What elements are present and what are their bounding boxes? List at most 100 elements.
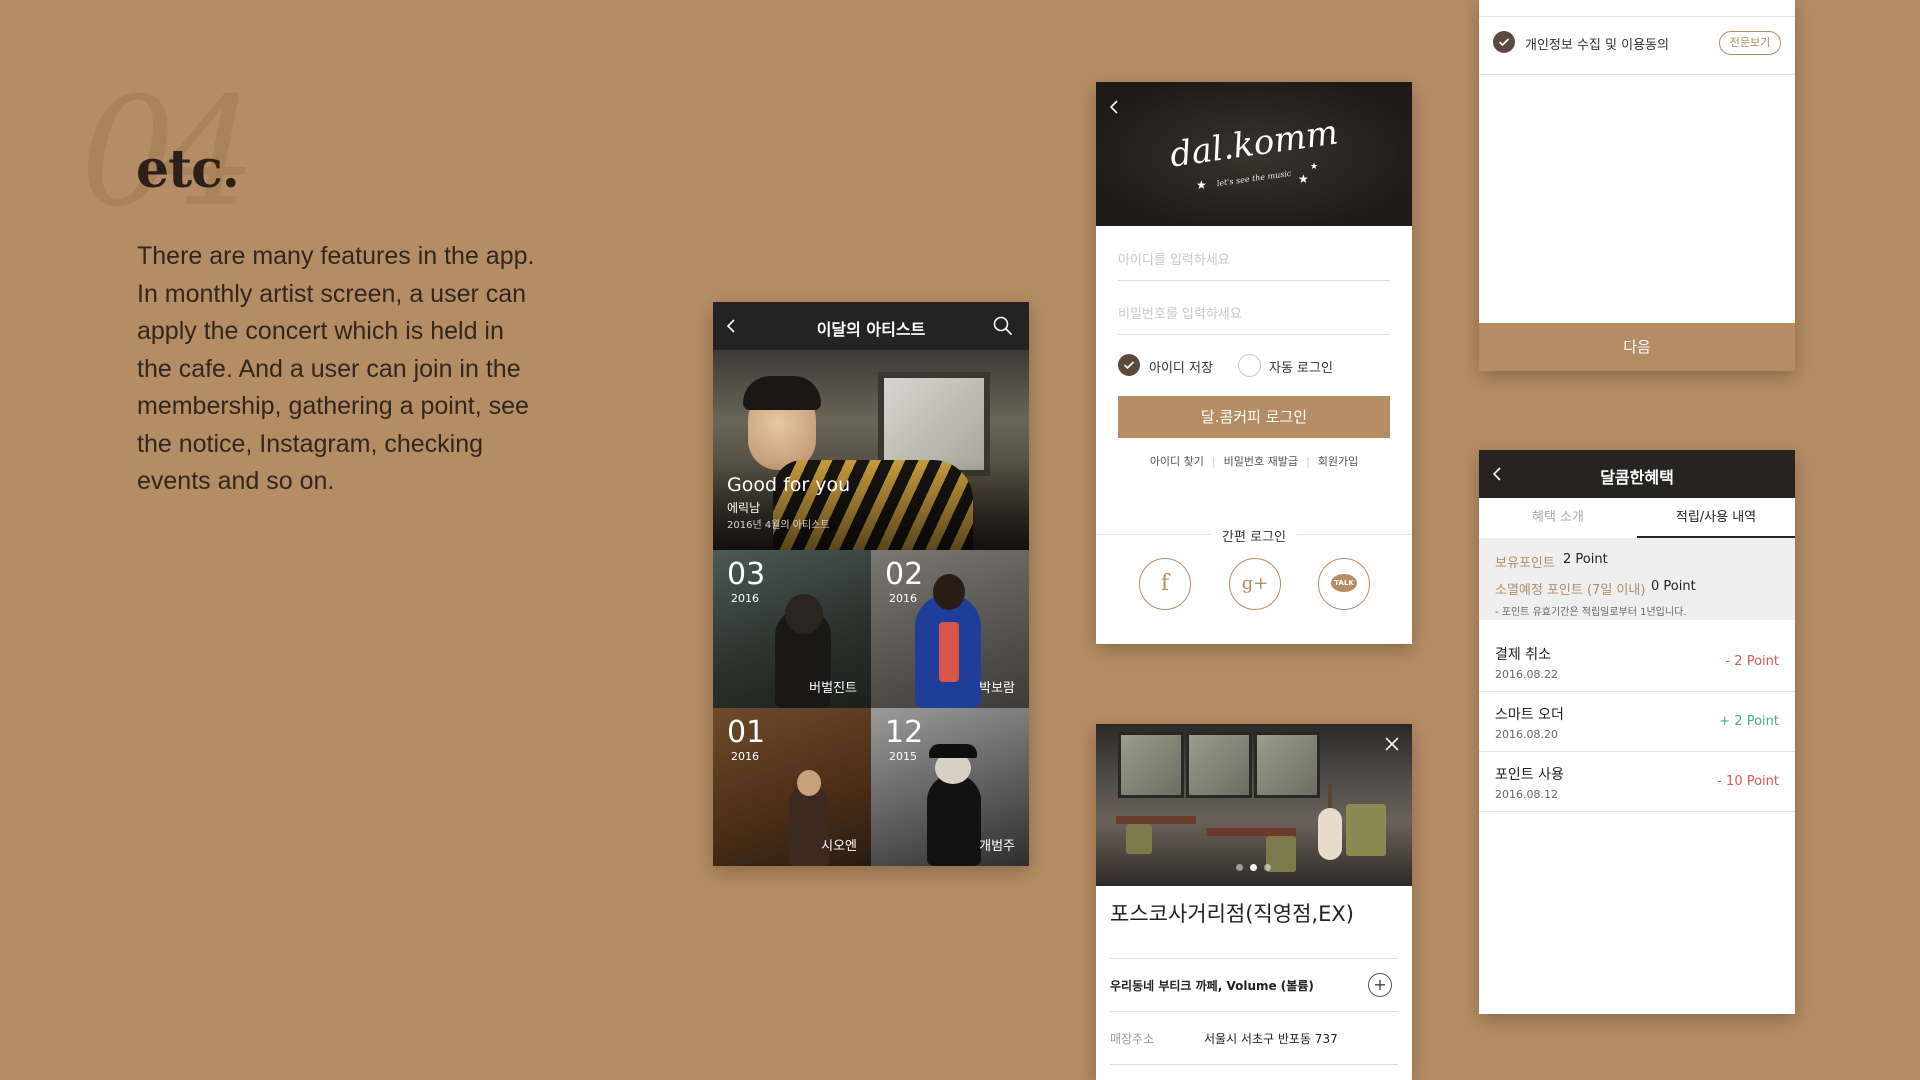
tab-benefit-intro[interactable]: 혜택 소개 — [1479, 498, 1637, 539]
store-detail-screen: 포스코사거리점(직영점,EX) 우리동네 부티크 까페, Volume (볼륨)… — [1096, 724, 1412, 1080]
link-separator: | — [1305, 455, 1310, 468]
save-id-checkbox[interactable] — [1118, 354, 1140, 376]
store-name: 포스코사거리점(직영점,EX) — [1110, 902, 1354, 926]
screen-title: 이달의 아티스트 — [816, 320, 926, 339]
kakao-talk-icon: TALK — [1331, 574, 1357, 592]
section-title: etc. — [136, 139, 240, 200]
store-address: 서울시 서초구 반포동 737 — [1204, 1032, 1338, 1046]
history-title: 스마트 오더 — [1495, 707, 1564, 723]
artist-tile[interactable]: 02 2016 박보람 — [871, 550, 1029, 708]
tab-point-history[interactable]: 적립/사용 내역 — [1637, 498, 1795, 539]
find-id-link[interactable]: 아이디 찾기 — [1150, 455, 1204, 468]
artist-tile[interactable]: 03 2016 버벌진트 — [713, 550, 871, 708]
privacy-agree-checkbox[interactable] — [1493, 31, 1515, 53]
carousel-dot[interactable] — [1264, 864, 1271, 871]
back-arrow-icon[interactable] — [1108, 100, 1122, 114]
search-icon[interactable] — [993, 316, 1013, 336]
password-input[interactable]: 비밀번호를 입력하세요 — [1118, 296, 1390, 335]
point-validity-note: - 포인트 유효기간은 적립일로부터 1년입니다. — [1495, 607, 1687, 618]
login-screen: dal.komm let's see the music ★ ★ ★ 아이디를 … — [1096, 82, 1412, 644]
star-icon: ★ — [1310, 162, 1319, 172]
facebook-login-button[interactable]: f — [1139, 558, 1191, 610]
tile-month: 01 — [727, 715, 766, 750]
banner-photo-hair — [743, 376, 821, 410]
history-points: - 10 Point — [1717, 774, 1779, 789]
auto-login-checkbox[interactable] — [1238, 354, 1261, 377]
expiring-points-value: 0 Point — [1651, 579, 1696, 594]
carousel-dot[interactable] — [1236, 864, 1243, 871]
divider — [1110, 1064, 1398, 1065]
reset-password-link[interactable]: 비밀번호 재발급 — [1224, 455, 1298, 468]
benefits-header: 달콤한혜택 — [1479, 450, 1795, 498]
tile-artist-name: 시오엔 — [821, 839, 857, 854]
login-header: dal.komm let's see the music ★ ★ ★ — [1096, 82, 1412, 226]
id-input[interactable]: 아이디를 입력하세요 — [1118, 242, 1390, 281]
artist-tile[interactable]: 12 2015 개범주 — [871, 708, 1029, 866]
artist-photo-hat — [929, 744, 977, 758]
terms-agreement-screen: 개인정보 수집 및 이용동의 전문보기 다음 — [1479, 0, 1795, 371]
kakao-login-button[interactable]: TALK — [1318, 558, 1370, 610]
signup-link[interactable]: 회원가입 — [1318, 455, 1358, 468]
expiring-points-label: 소멸예정 포인트 (7일 이내) — [1495, 583, 1646, 598]
tile-year: 2016 — [731, 750, 759, 763]
view-full-terms-button[interactable]: 전문보기 — [1719, 31, 1781, 55]
history-title: 포인트 사용 — [1495, 767, 1564, 783]
photo-guitar — [1318, 808, 1342, 860]
tile-month: 12 — [885, 715, 924, 750]
photo-window — [1118, 732, 1184, 798]
carousel-dot-active[interactable] — [1250, 864, 1257, 871]
history-points: + 2 Point — [1719, 714, 1779, 729]
photo-window — [1254, 732, 1320, 798]
description-line: In monthly artist screen, a user can — [137, 279, 527, 308]
artist-photo-head — [785, 594, 823, 634]
featured-artist-subtitle: 2016년 4월의 아티스트 — [727, 520, 830, 531]
next-button[interactable]: 다음 — [1479, 323, 1795, 371]
facebook-icon: f — [1160, 571, 1170, 596]
privacy-agree-label: 개인정보 수집 및 이용동의 — [1525, 38, 1669, 53]
description-line: apply the concert which is held in — [137, 317, 504, 345]
close-icon[interactable] — [1384, 736, 1400, 752]
list-item: 포인트 사용 2016.08.12 - 10 Point — [1479, 752, 1795, 812]
address-label: 매장주소 — [1110, 1032, 1155, 1046]
store-description: 우리동네 부티크 까페, Volume (볼륨) — [1110, 979, 1314, 993]
expand-plus-icon[interactable]: + — [1368, 973, 1392, 997]
divider — [1110, 1011, 1398, 1012]
artist-tile[interactable]: 01 2016 시오엔 — [713, 708, 871, 866]
auto-login-label: 자동 로그인 — [1269, 361, 1333, 376]
link-separator: | — [1211, 455, 1216, 468]
held-points-label: 보유포인트 — [1495, 556, 1555, 571]
description-line: the notice, Instagram, checking — [137, 429, 484, 458]
description-line: There are many features in the app. — [137, 242, 535, 270]
held-points-value: 2 Point — [1563, 552, 1608, 567]
tile-month: 03 — [727, 557, 766, 592]
description-line: membership, gathering a point, see — [137, 392, 529, 420]
save-id-label: 아이디 저장 — [1149, 361, 1213, 376]
history-date: 2016.08.20 — [1495, 728, 1558, 741]
history-points: - 2 Point — [1725, 654, 1779, 669]
simple-login-label: 간편 로그인 — [1211, 526, 1297, 545]
section-description: There are many features in the app. In m… — [137, 238, 537, 501]
tile-year: 2015 — [889, 750, 917, 763]
photo-window — [1186, 732, 1252, 798]
list-item: 결제 취소 2016.08.22 - 2 Point — [1479, 632, 1795, 692]
artist-header: 이달의 아티스트 — [713, 302, 1029, 350]
check-icon — [1123, 361, 1135, 370]
login-button[interactable]: 달.콤커피 로그인 — [1118, 396, 1390, 438]
star-icon: ★ — [1298, 172, 1309, 186]
google-plus-login-button[interactable]: g+ — [1229, 558, 1281, 610]
description-line: the cafe. And a user can join in the — [137, 354, 521, 383]
artist-photo-figure — [927, 774, 981, 866]
divider — [1110, 958, 1398, 959]
photo-table — [1206, 828, 1296, 836]
tile-artist-name: 박보람 — [979, 681, 1015, 696]
divider — [1479, 16, 1795, 17]
artist-photo-dress — [939, 622, 959, 682]
tile-year: 2016 — [889, 592, 917, 605]
artist-photo-head — [797, 770, 821, 796]
history-date: 2016.08.22 — [1495, 668, 1558, 681]
tile-artist-name: 개범주 — [979, 839, 1015, 854]
screen-title: 달콤한혜택 — [1600, 468, 1674, 487]
store-photo-carousel[interactable] — [1096, 724, 1412, 886]
list-item: 스마트 오더 2016.08.20 + 2 Point — [1479, 692, 1795, 752]
tile-artist-name: 버벌진트 — [809, 681, 857, 696]
